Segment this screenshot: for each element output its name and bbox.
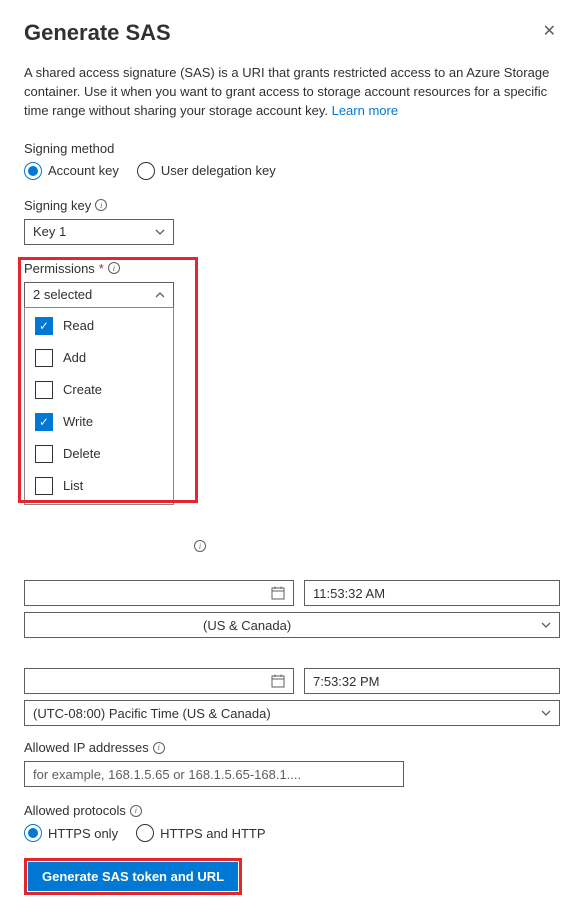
perm-item-read[interactable]: ✓ Read: [25, 310, 173, 342]
time-value: 11:53:32 AM: [313, 586, 385, 601]
signing-key-select[interactable]: Key 1: [24, 219, 174, 245]
calendar-icon: [271, 586, 285, 600]
checkbox-icon: [35, 349, 53, 367]
info-icon[interactable]: i: [130, 805, 142, 817]
info-icon[interactable]: i: [194, 540, 206, 552]
calendar-icon: [271, 674, 285, 688]
start-timezone-select[interactable]: (US & Canada): [24, 612, 560, 638]
allowed-ip-label: Allowed IP addresses i: [24, 740, 560, 755]
select-value: Key 1: [33, 224, 66, 239]
radio-icon: [136, 824, 154, 842]
checkbox-icon: [35, 381, 53, 399]
radio-user-delegation[interactable]: User delegation key: [137, 162, 276, 180]
select-value: 2 selected: [33, 287, 92, 302]
tz-value: (US & Canada): [203, 618, 291, 633]
radio-label: HTTPS and HTTP: [160, 826, 265, 841]
perm-label: Write: [63, 414, 93, 429]
label-text: Permissions: [24, 261, 95, 276]
perm-label: List: [63, 478, 83, 493]
radio-icon: [24, 162, 42, 180]
required-asterisk: *: [99, 261, 104, 276]
chevron-up-icon: [155, 292, 165, 298]
checkbox-icon: ✓: [35, 317, 53, 335]
checkbox-icon: [35, 445, 53, 463]
radio-icon: [137, 162, 155, 180]
generate-button-highlight: Generate SAS token and URL: [24, 858, 242, 895]
radio-label: User delegation key: [161, 163, 276, 178]
perm-item-create[interactable]: Create: [25, 374, 173, 406]
description-text: A shared access signature (SAS) is a URI…: [24, 64, 560, 121]
expiry-date-input[interactable]: [24, 668, 294, 694]
radio-label: Account key: [48, 163, 119, 178]
description-body: A shared access signature (SAS) is a URI…: [24, 65, 549, 118]
placeholder: for example, 168.1.5.65 or 168.1.5.65-16…: [33, 767, 301, 782]
perm-item-add[interactable]: Add: [25, 342, 173, 374]
allowed-ip-input[interactable]: for example, 168.1.5.65 or 168.1.5.65-16…: [24, 761, 404, 787]
perm-label: Delete: [63, 446, 101, 461]
expiry-timezone-select[interactable]: (UTC-08:00) Pacific Time (US & Canada): [24, 700, 560, 726]
signing-key-label: Signing key i: [24, 198, 560, 213]
radio-icon: [24, 824, 42, 842]
radio-https-http[interactable]: HTTPS and HTTP: [136, 824, 265, 842]
info-icon[interactable]: i: [95, 199, 107, 211]
chevron-down-icon: [541, 710, 551, 716]
radio-https-only[interactable]: HTTPS only: [24, 824, 118, 842]
permissions-select[interactable]: 2 selected: [24, 282, 174, 308]
dialog-title: Generate SAS: [24, 20, 171, 46]
learn-more-link[interactable]: Learn more: [332, 103, 398, 118]
permissions-label: Permissions * i: [24, 261, 560, 276]
perm-item-list[interactable]: List: [25, 470, 173, 502]
label-text: Allowed protocols: [24, 803, 126, 818]
start-date-input[interactable]: [24, 580, 294, 606]
generate-button[interactable]: Generate SAS token and URL: [28, 862, 238, 891]
info-icon[interactable]: i: [108, 262, 120, 274]
chevron-down-icon: [541, 622, 551, 628]
start-time-input[interactable]: 11:53:32 AM: [304, 580, 560, 606]
label-text: Signing key: [24, 198, 91, 213]
perm-item-delete[interactable]: Delete: [25, 438, 173, 470]
perm-label: Create: [63, 382, 102, 397]
permissions-dropdown: ✓ Read Add Create ✓ Write Delete List: [24, 307, 174, 505]
info-icon[interactable]: i: [153, 742, 165, 754]
chevron-down-icon: [155, 229, 165, 235]
perm-label: Read: [63, 318, 94, 333]
signing-method-label: Signing method: [24, 141, 560, 156]
close-button[interactable]: ✕: [539, 20, 560, 44]
checkbox-icon: [35, 477, 53, 495]
allowed-protocols-label: Allowed protocols i: [24, 803, 560, 818]
label-text: Allowed IP addresses: [24, 740, 149, 755]
time-value: 7:53:32 PM: [313, 674, 380, 689]
radio-account-key[interactable]: Account key: [24, 162, 119, 180]
radio-label: HTTPS only: [48, 826, 118, 841]
checkbox-icon: ✓: [35, 413, 53, 431]
perm-label: Add: [63, 350, 86, 365]
expiry-time-input[interactable]: 7:53:32 PM: [304, 668, 560, 694]
perm-item-write[interactable]: ✓ Write: [25, 406, 173, 438]
